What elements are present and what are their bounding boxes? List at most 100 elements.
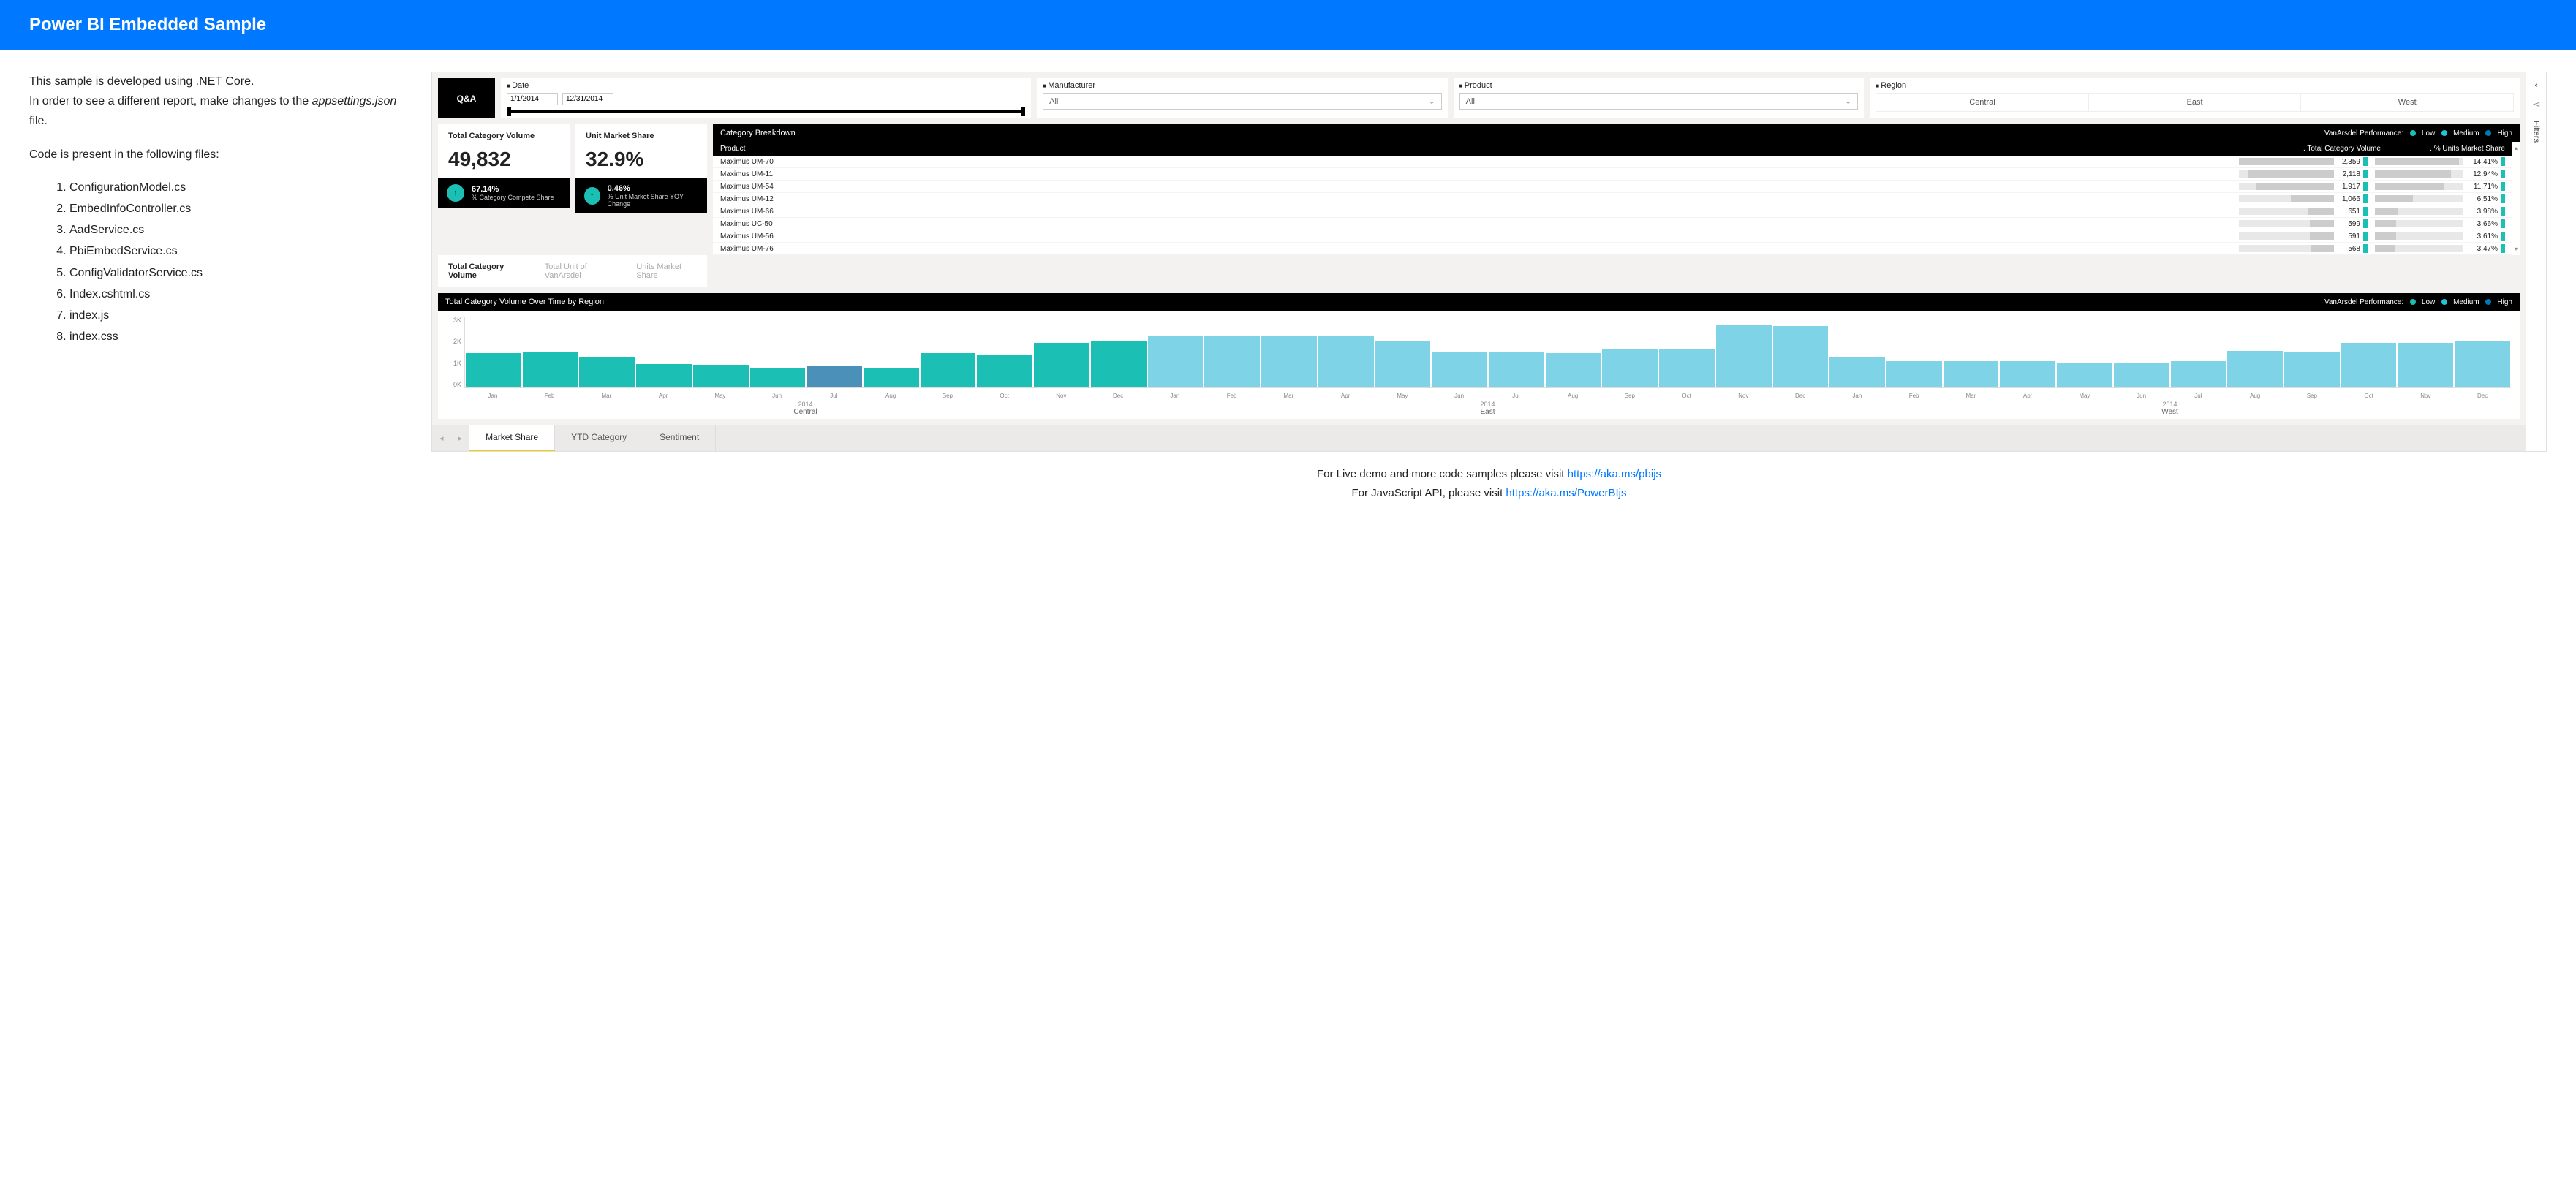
table-row[interactable]: Maximus UM-541,91711.71% xyxy=(713,181,2512,193)
region-option[interactable]: West xyxy=(2301,93,2514,112)
prev-page-icon[interactable]: ◂ xyxy=(432,429,451,447)
chart-bar[interactable] xyxy=(1489,352,1544,388)
chart-bar[interactable] xyxy=(2227,351,2283,387)
tcv-card: Total Category Volume 49,832 xyxy=(438,124,570,178)
chart-bar[interactable] xyxy=(2284,352,2340,388)
ums-value: 32.9% xyxy=(586,148,697,171)
file-list: ConfigurationModel.csEmbedInfoController… xyxy=(69,178,409,347)
files-heading: Code is present in the following files: xyxy=(29,145,409,164)
chart-bar[interactable] xyxy=(1546,353,1601,387)
chart-bar[interactable] xyxy=(1034,343,1089,387)
chart-bar[interactable] xyxy=(2114,363,2169,387)
page-tab[interactable]: Market Share xyxy=(469,425,555,451)
filters-bookmark-icon[interactable]: ◅ xyxy=(2533,99,2539,109)
chart-bar[interactable] xyxy=(466,353,521,387)
chart-bar[interactable] xyxy=(2000,361,2055,387)
intro-line1: This sample is developed using .NET Core… xyxy=(29,75,254,88)
pbijs-link[interactable]: https://aka.ms/pbijs xyxy=(1568,468,1661,480)
chart-bar[interactable] xyxy=(1375,341,1431,387)
file-item: index.js xyxy=(69,306,409,325)
file-item: EmbedInfoController.cs xyxy=(69,199,409,219)
settings-file: appsettings.json xyxy=(312,95,397,107)
table-row[interactable]: Maximus UM-702,35914.41% xyxy=(713,156,2512,168)
file-item: ConfigValidatorService.cs xyxy=(69,263,409,283)
table-row[interactable]: Maximus UC-505993.66% xyxy=(713,218,2512,230)
powerbijs-link[interactable]: https://aka.ms/PowerBIjs xyxy=(1506,487,1626,499)
footer: For Live demo and more code samples plea… xyxy=(431,465,2547,502)
region-slicer[interactable]: Region CentralEastWest xyxy=(1870,78,2520,118)
ums-col: Unit Market Share 32.9% ↑ 0.46%% Unit Ma… xyxy=(575,124,707,255)
page-tab[interactable]: YTD Category xyxy=(555,425,643,451)
chart-bar[interactable] xyxy=(2171,361,2226,387)
chart-bar[interactable] xyxy=(1204,336,1260,387)
chart-bar[interactable] xyxy=(1091,341,1147,387)
kpi-tabs[interactable]: Total Category VolumeTotal Unit of VanAr… xyxy=(438,255,707,287)
table-row[interactable]: Maximus UM-666513.98% xyxy=(713,205,2512,218)
chart-bar[interactable] xyxy=(750,368,806,387)
kpi-tab[interactable]: Units Market Share xyxy=(626,255,707,287)
tcv-value: 49,832 xyxy=(448,148,559,171)
kpi-tab[interactable]: Total Unit of VanArsdel xyxy=(535,255,627,287)
main-content: This sample is developed using .NET Core… xyxy=(0,50,2576,524)
chart-bar[interactable] xyxy=(1886,361,1942,387)
manufacturer-dropdown[interactable]: All xyxy=(1043,93,1442,110)
product-slicer[interactable]: Product All xyxy=(1454,78,1865,118)
yoy-card: ↑ 0.46%% Unit Market Share YOY Change xyxy=(575,178,707,213)
intro-line2: In order to see a different report, make… xyxy=(29,95,312,107)
chart-bar[interactable] xyxy=(2341,343,2397,387)
chart-bar[interactable] xyxy=(579,357,635,387)
perf-legend: VanArsdel Performance: Low Medium High xyxy=(2320,129,2512,137)
date-from-input[interactable] xyxy=(507,93,558,105)
x-axis-regions: CentralEastWest xyxy=(438,408,2520,419)
chart-bar[interactable] xyxy=(1432,352,1487,388)
chart-bar[interactable] xyxy=(807,366,862,387)
manufacturer-slicer[interactable]: Manufacturer All xyxy=(1037,78,1448,118)
table-row[interactable]: Maximus UM-112,11812.94% xyxy=(713,168,2512,181)
region-option[interactable]: East xyxy=(2089,93,2302,112)
chart-bar[interactable] xyxy=(1829,357,1885,387)
chart-bar[interactable] xyxy=(636,364,692,387)
product-dropdown[interactable]: All xyxy=(1459,93,1859,110)
chart-bar[interactable] xyxy=(2057,363,2112,387)
filters-collapse-icon[interactable]: ‹ xyxy=(2535,80,2538,90)
chart-bar[interactable] xyxy=(1602,349,1658,387)
page-tab[interactable]: Sentiment xyxy=(643,425,716,451)
chart-bar[interactable] xyxy=(2455,341,2510,387)
next-page-icon[interactable]: ▸ xyxy=(451,429,470,447)
table-row[interactable]: Maximus UM-121,0666.51% xyxy=(713,193,2512,205)
embedded-report[interactable]: Q&A Date Manufacturer All Pr xyxy=(431,72,2526,452)
file-item: PbiEmbedService.cs xyxy=(69,241,409,261)
region-option[interactable]: Central xyxy=(1876,93,2089,112)
date-range-slider[interactable] xyxy=(508,110,1024,113)
table-row[interactable]: Maximus UM-565913.61% xyxy=(713,230,2512,243)
chart-bar[interactable] xyxy=(1773,326,1829,387)
chart-section[interactable]: Total Category Volume Over Time by Regio… xyxy=(438,293,2520,419)
chart-bar[interactable] xyxy=(693,365,749,387)
qa-button[interactable]: Q&A xyxy=(438,78,495,118)
chart-bar[interactable] xyxy=(1318,336,1374,387)
breakdown-table[interactable]: Category Breakdown VanArsdel Performance… xyxy=(713,124,2520,255)
tcv-col: Total Category Volume 49,832 ↑ 67.14%% C… xyxy=(438,124,570,255)
date-to-input[interactable] xyxy=(562,93,613,105)
chart-bar[interactable] xyxy=(1716,325,1772,387)
chart-bar[interactable] xyxy=(977,355,1032,387)
breakdown-header[interactable]: Product . Total Category Volume . % Unit… xyxy=(713,142,2512,156)
breakdown-title: Category Breakdown xyxy=(720,129,796,137)
chart-bar[interactable] xyxy=(1261,336,1317,387)
file-item: Index.cshtml.cs xyxy=(69,284,409,304)
page-tabs[interactable]: ◂ ▸ Market ShareYTD CategorySentiment xyxy=(432,425,2526,451)
chart-bar[interactable] xyxy=(921,353,976,387)
breakdown-scrollbar[interactable]: ▴▾ xyxy=(2512,142,2520,255)
chart-bar[interactable] xyxy=(864,368,919,387)
x-axis-year: 201420142014 xyxy=(438,401,2520,408)
chart-bar[interactable] xyxy=(1659,349,1715,387)
chart-bar[interactable] xyxy=(1148,336,1204,387)
filters-pane[interactable]: ‹ ◅ Filters xyxy=(2526,72,2547,452)
chart-bars[interactable] xyxy=(464,317,2511,388)
table-row[interactable]: Maximus UM-765683.47% xyxy=(713,243,2512,255)
chart-bar[interactable] xyxy=(2398,343,2453,387)
chart-bar[interactable] xyxy=(523,352,578,388)
date-slicer[interactable]: Date xyxy=(501,78,1031,118)
chart-bar[interactable] xyxy=(1944,361,1999,387)
kpi-tab[interactable]: Total Category Volume xyxy=(438,255,535,287)
